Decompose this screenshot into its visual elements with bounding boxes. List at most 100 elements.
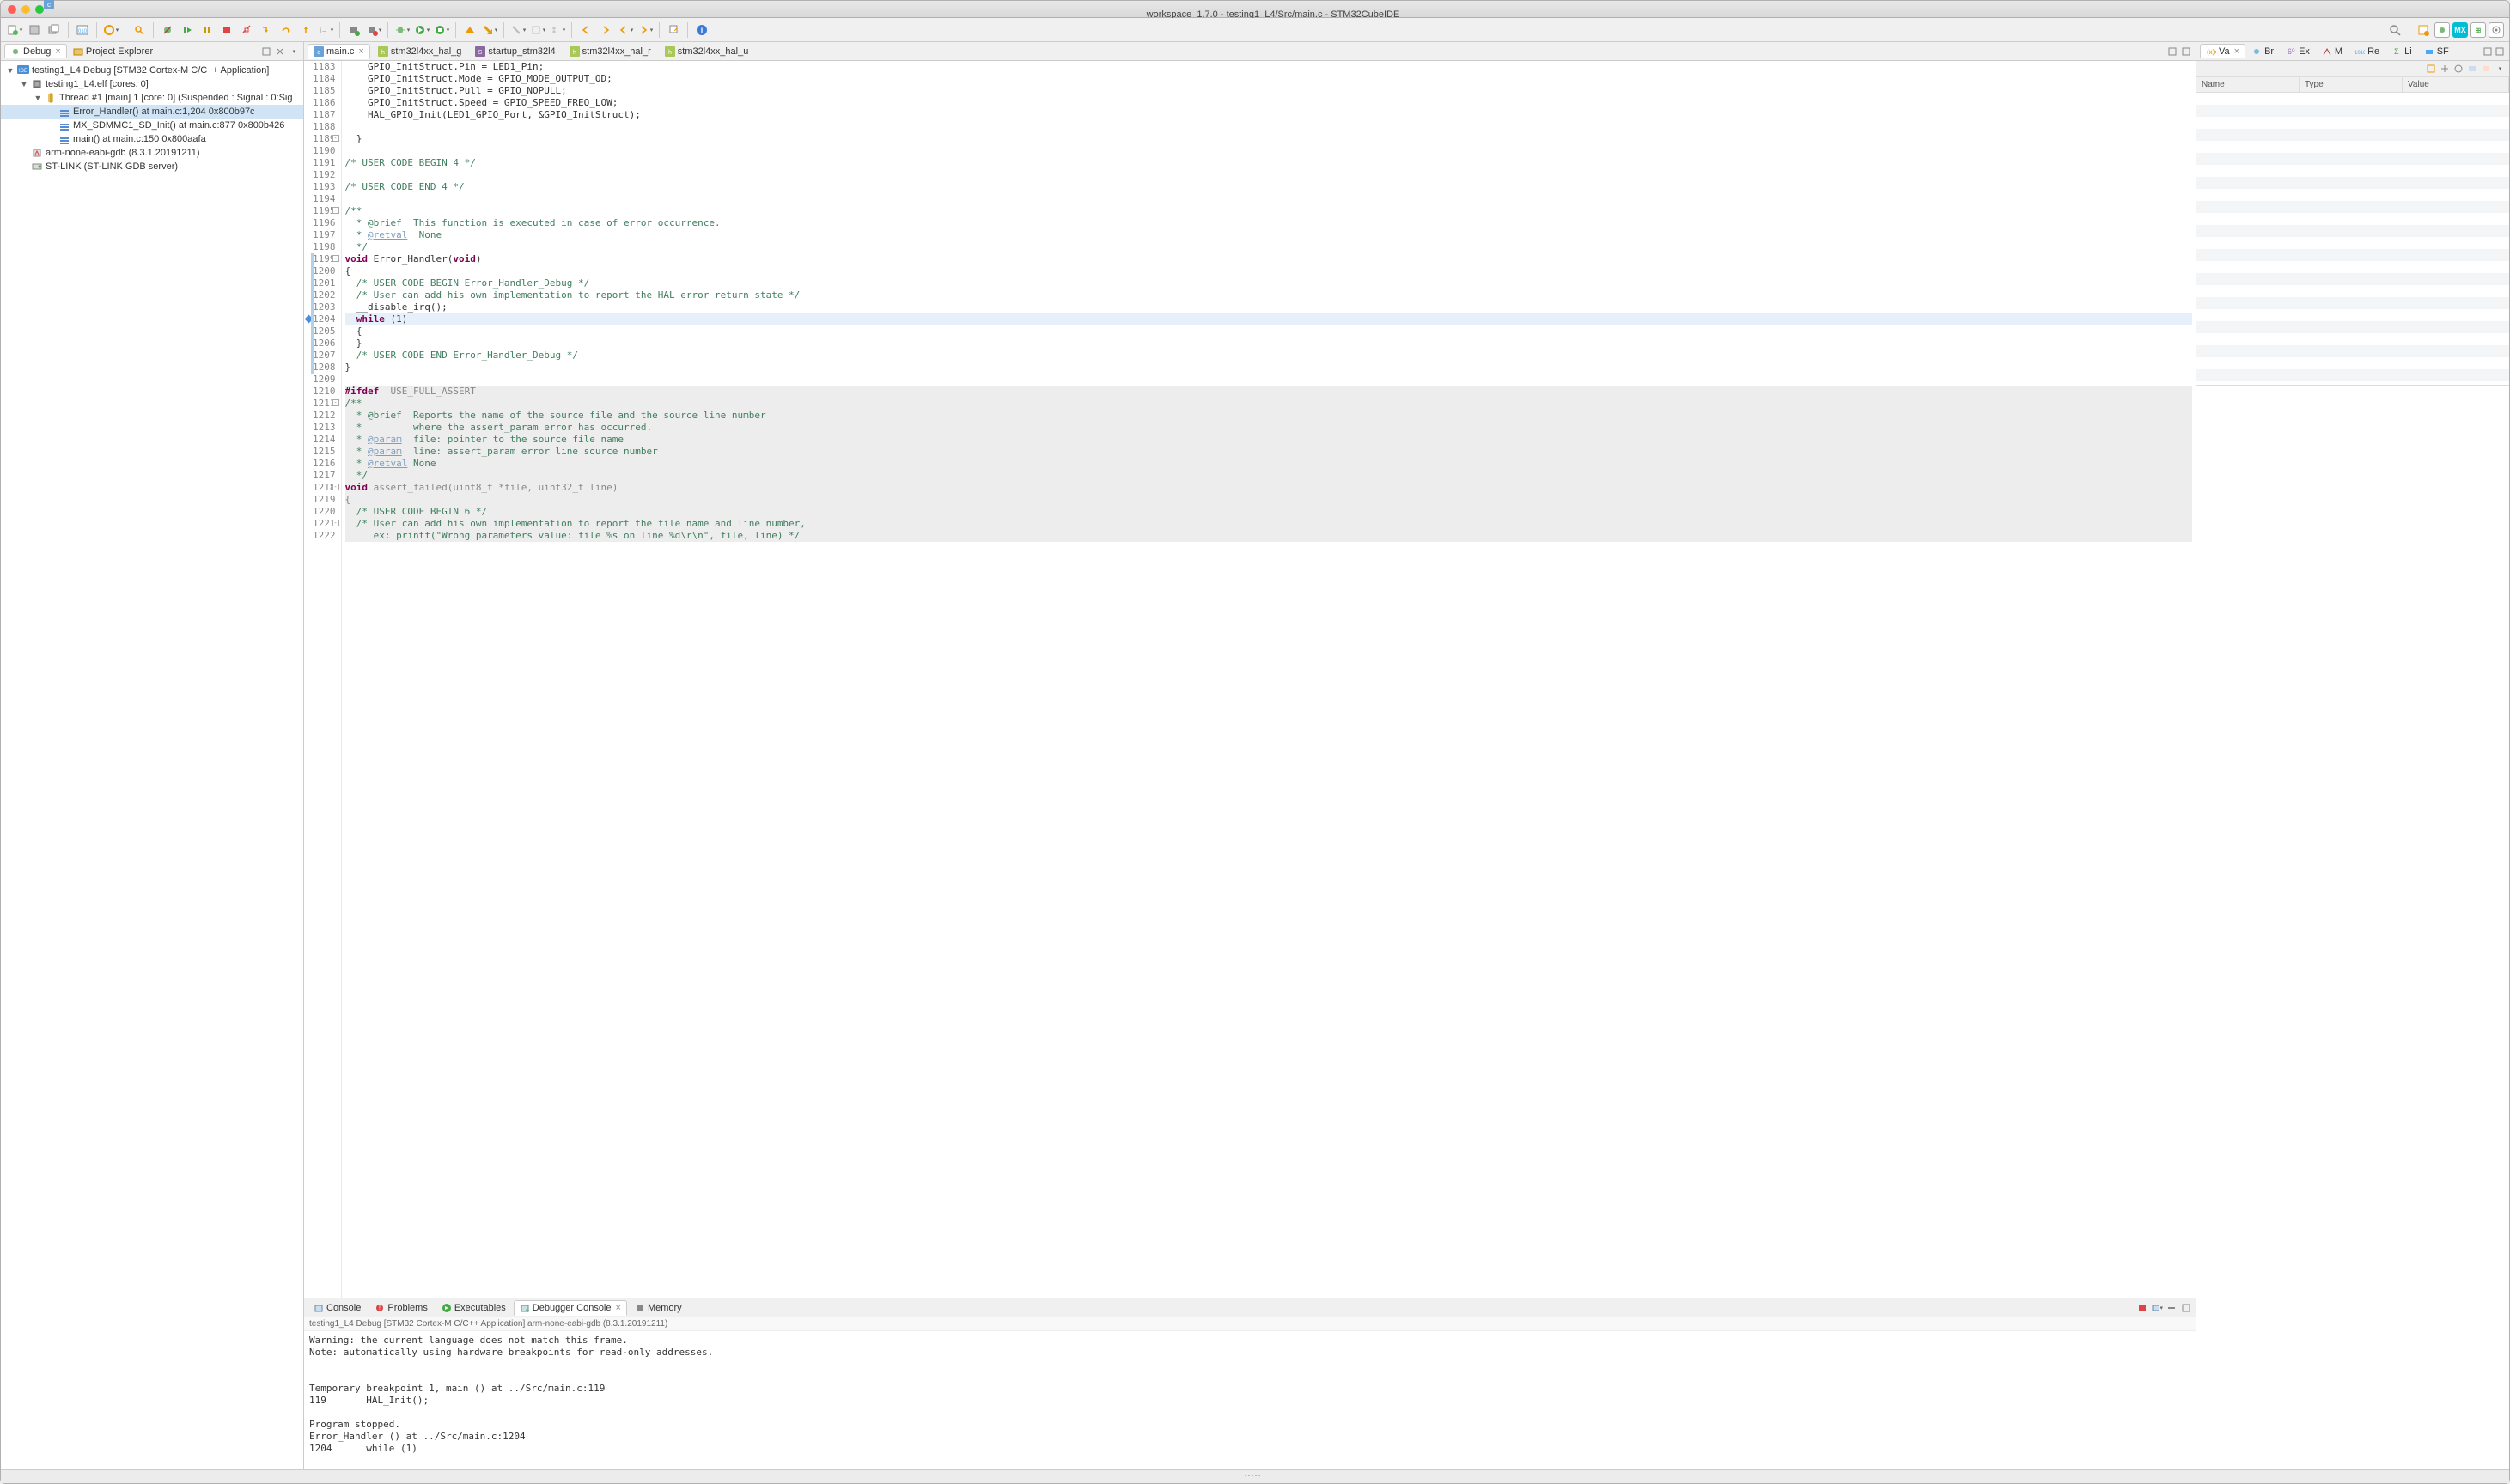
quick-access-search-icon[interactable] [2386, 21, 2403, 39]
disconnect-button[interactable] [238, 21, 255, 39]
debug-tree-item[interactable]: Error_Handler() at main.c:1,204 0x800b97… [1, 105, 303, 119]
bottom-tab[interactable]: !Problems [369, 1300, 433, 1316]
editor-tab[interactable]: cmain.c× [308, 44, 370, 59]
right-tab-sf[interactable]: SF [2418, 44, 2455, 58]
project-explorer-tab[interactable]: Project Explorer [67, 44, 159, 58]
var-tool-4[interactable] [2480, 63, 2492, 75]
debug-launch-button[interactable] [393, 21, 411, 39]
pin-editor-button[interactable] [665, 21, 682, 39]
right-tab-va[interactable]: (x)=Va× [2200, 44, 2245, 58]
code-editor[interactable]: 1183118411851186118711881189-11901191119… [304, 61, 2196, 1298]
var-tool-2[interactable] [2452, 63, 2464, 75]
code-area[interactable]: GPIO_InitStruct.Pin = LED1_Pin; GPIO_Ini… [342, 61, 2196, 1298]
maximize-icon[interactable] [2180, 46, 2192, 58]
ide-window: c workspace_1.7.0 - testing1_L4/Src/main… [0, 0, 2510, 1484]
minimize-icon[interactable] [2166, 46, 2178, 58]
minimize-icon[interactable] [2482, 46, 2494, 58]
right-tab-m[interactable]: M [2316, 44, 2349, 58]
minimize-icon[interactable] [2166, 1302, 2178, 1314]
debug-perspective-button[interactable] [2434, 22, 2450, 38]
save-button[interactable] [26, 21, 43, 39]
debug-tree-item[interactable]: ST-LINK (ST-LINK GDB server) [1, 160, 303, 173]
editor-tab[interactable]: hstm32l4xx_hal_g [372, 44, 468, 59]
search-button[interactable] [131, 21, 148, 39]
editor-tab[interactable]: hstm32l4xx_hal_u [659, 44, 755, 59]
col-type[interactable]: Type [2300, 77, 2403, 92]
debugger-console-output[interactable]: Warning: the current language does not m… [304, 1331, 2196, 1469]
close-window-button[interactable] [8, 5, 16, 14]
new-button[interactable] [6, 21, 23, 39]
terminate-button[interactable] [218, 21, 235, 39]
close-icon[interactable]: × [55, 46, 60, 57]
run-launch-button[interactable] [413, 21, 430, 39]
var-menu[interactable] [2494, 63, 2506, 75]
debug-tree[interactable]: ▼IDEtesting1_L4 Debug [STM32 Cortex-M C/… [1, 61, 303, 1469]
close-icon[interactable]: × [358, 46, 363, 57]
stop-build-button[interactable] [365, 21, 382, 39]
maximize-icon[interactable] [2180, 1302, 2192, 1314]
debug-tree-item[interactable]: ▼IDEtesting1_L4 Debug [STM32 Cortex-M C/… [1, 64, 303, 77]
step-into-button[interactable] [258, 21, 275, 39]
right-tab-li[interactable]: ΣLi [2385, 44, 2418, 58]
profile-button[interactable] [433, 21, 450, 39]
edit-tool-0[interactable] [509, 21, 527, 39]
reset-chip-button[interactable] [345, 21, 362, 39]
debug-tree-item[interactable]: ▼testing1_L4.elf [cores: 0] [1, 77, 303, 91]
nav-back-button[interactable] [577, 21, 594, 39]
view-menu-icon[interactable] [288, 46, 300, 58]
bottom-tab[interactable]: Executables [436, 1300, 512, 1316]
nav-fwd-button[interactable] [597, 21, 614, 39]
resume-button[interactable] [179, 21, 196, 39]
minimize-window-button[interactable] [21, 5, 30, 14]
settings-perspective-button[interactable] [2489, 22, 2504, 38]
right-tab-br[interactable]: Br [2245, 44, 2280, 58]
terminate-console-button[interactable] [2136, 1302, 2148, 1314]
bottom-tab[interactable]: Debugger Console× [514, 1300, 627, 1316]
open-perspective-button[interactable] [2415, 21, 2432, 39]
open-type-button[interactable] [461, 21, 478, 39]
build-button[interactable] [102, 21, 119, 39]
instruction-step-button[interactable]: i→ [317, 21, 334, 39]
right-tab-re[interactable]: 1010Re [2349, 44, 2385, 58]
c-perspective-button[interactable]: ⊞ [2470, 22, 2486, 38]
var-tool-1[interactable] [2439, 63, 2451, 75]
edit-tool-1[interactable] [529, 21, 546, 39]
display-console-button[interactable] [2151, 1302, 2163, 1314]
col-name[interactable]: Name [2196, 77, 2300, 92]
skip-breakpoints-button[interactable] [159, 21, 176, 39]
debug-tree-item[interactable]: ▼Thread #1 [main] 1 [core: 0] (Suspended… [1, 91, 303, 105]
zoom-window-button[interactable] [35, 5, 44, 14]
step-over-button[interactable] [277, 21, 295, 39]
col-value[interactable]: Value [2403, 77, 2509, 92]
nav-back-history[interactable] [617, 21, 634, 39]
open-task-button[interactable] [481, 21, 498, 39]
maximize-icon[interactable] [2494, 46, 2506, 58]
var-tool-0[interactable] [2425, 63, 2437, 75]
bottom-tab[interactable]: Console [308, 1300, 367, 1316]
variables-rows[interactable] [2196, 93, 2509, 385]
collapse-all-icon[interactable] [260, 46, 272, 58]
bottom-tab[interactable]: Memory [629, 1300, 688, 1316]
line-gutter[interactable]: 1183118411851186118711881189-11901191119… [304, 61, 342, 1298]
debug-view-tab[interactable]: Debug × [4, 44, 67, 58]
close-icon[interactable]: × [616, 1303, 621, 1313]
hex-button[interactable]: 010 [74, 21, 91, 39]
svg-text:⊞: ⊞ [2476, 27, 2482, 34]
info-button[interactable]: i [693, 21, 710, 39]
mx-perspective-button[interactable]: MX [2452, 22, 2468, 38]
debug-tree-item[interactable]: arm-none-eabi-gdb (8.3.1.20191211) [1, 146, 303, 160]
suspend-button[interactable] [198, 21, 216, 39]
close-icon[interactable]: × [2234, 46, 2239, 57]
right-tabbar: (x)=Va×Br6⁰ExM1010ReΣLiSF [2196, 42, 2509, 61]
editor-tab[interactable]: Sstartup_stm32l4 [469, 44, 561, 59]
nav-fwd-history[interactable] [637, 21, 654, 39]
link-editor-icon[interactable] [274, 46, 286, 58]
debug-tree-item[interactable]: MX_SDMMC1_SD_Init() at main.c:877 0x800b… [1, 119, 303, 132]
var-tool-3[interactable] [2466, 63, 2478, 75]
save-all-button[interactable] [46, 21, 63, 39]
edit-tool-2[interactable] [549, 21, 566, 39]
debug-tree-item[interactable]: main() at main.c:150 0x800aafa [1, 132, 303, 146]
editor-tab[interactable]: hstm32l4xx_hal_r [564, 44, 657, 59]
step-return-button[interactable] [297, 21, 314, 39]
right-tab-ex[interactable]: 6⁰Ex [2280, 44, 2316, 58]
